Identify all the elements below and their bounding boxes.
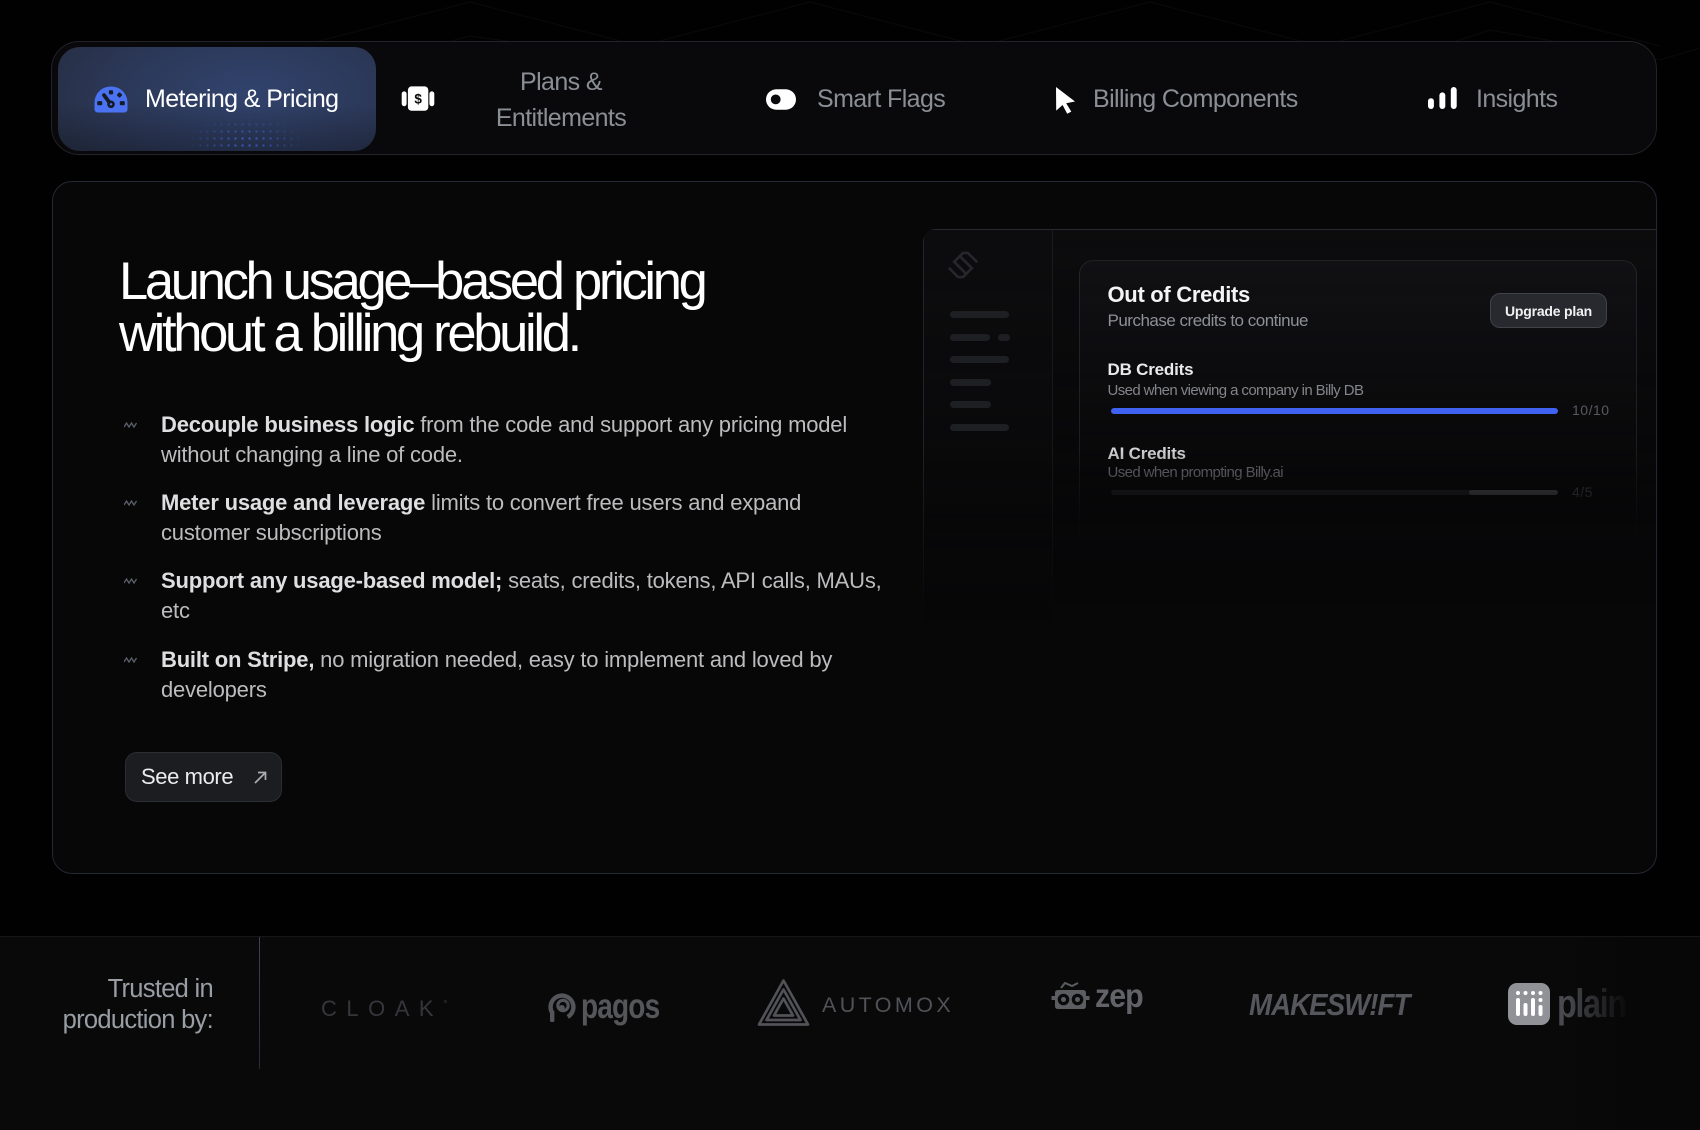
- svg-text:zep: zep: [1095, 982, 1143, 1014]
- svg-text:MAKESW!FT: MAKESW!FT: [1249, 988, 1412, 1021]
- svg-text:pagos: pagos: [581, 992, 659, 1026]
- svg-text:$: $: [414, 91, 422, 106]
- svg-text:AUTOMOX: AUTOMOX: [822, 993, 954, 1017]
